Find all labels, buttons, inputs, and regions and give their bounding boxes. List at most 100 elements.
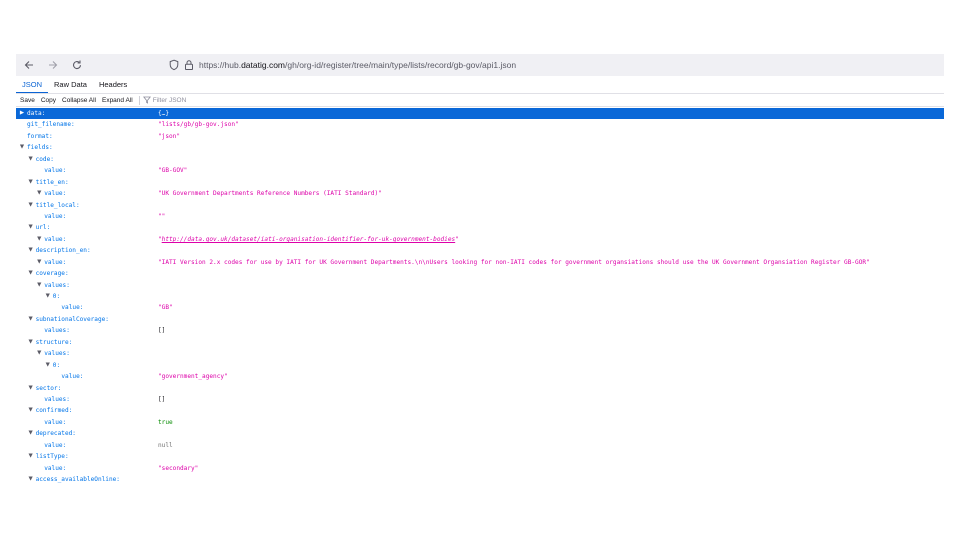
json-key: deprecated:	[35, 430, 76, 438]
json-row[interactable]: ▼ listType:	[16, 451, 944, 462]
chevron-down-icon[interactable]: ▼	[18, 142, 26, 153]
json-row[interactable]: value: null	[16, 440, 944, 451]
json-row[interactable]: ▼ value: "http://data.gov.uk/dataset/iati-…	[16, 234, 944, 245]
json-key: title_local:	[35, 201, 80, 209]
json-value[interactable]: "http://data.gov.uk/dataset/iati-organis…	[158, 234, 459, 245]
json-key: url:	[35, 224, 51, 232]
chevron-down-icon[interactable]: ▼	[35, 280, 43, 291]
json-row[interactable]: values: []	[16, 325, 944, 336]
chevron-down-icon[interactable]: ▼	[44, 291, 52, 302]
browser-toolbar: https://hub.datatig.com/gh/org-id/regist…	[16, 54, 944, 76]
chevron-down-icon[interactable]: ▼	[35, 348, 43, 359]
json-row[interactable]: values: []	[16, 394, 944, 405]
chevron-down-icon[interactable]: ▼	[35, 234, 43, 245]
json-row[interactable]: value: ""	[16, 211, 944, 222]
json-row[interactable]: value: "secondary"	[16, 463, 944, 474]
tab-headers[interactable]: Headers	[93, 78, 133, 92]
json-row[interactable]: git_filename: "lists/gb/gb-gov.json"	[16, 119, 944, 130]
json-value: {…}	[158, 110, 170, 117]
json-row[interactable]: ▼ confirmed:	[16, 405, 944, 416]
json-row[interactable]: ▼ values:	[16, 280, 944, 291]
chevron-down-icon[interactable]: ▼	[27, 383, 35, 394]
json-value: "secondary"	[158, 464, 199, 472]
chevron-down-icon[interactable]: ▼	[27, 177, 35, 188]
json-row[interactable]: ▼ description_en:	[16, 245, 944, 256]
url-bar[interactable]: https://hub.datatig.com/gh/org-id/regist…	[164, 54, 944, 76]
json-key: value:	[61, 304, 84, 312]
chevron-right-icon[interactable]: ▶	[18, 108, 26, 119]
chevron-down-icon[interactable]: ▼	[27, 200, 35, 211]
json-row[interactable]: ▼ deprecated:	[16, 428, 944, 439]
json-row[interactable]: ▼ values:	[16, 348, 944, 359]
chevron-down-icon[interactable]: ▼	[27, 405, 35, 416]
chevron-down-icon[interactable]: ▼	[35, 257, 43, 268]
json-row[interactable]: ▼ structure:	[16, 337, 944, 348]
chevron-down-icon[interactable]: ▼	[35, 188, 43, 199]
json-value: "UK Government Departments Reference Num…	[158, 190, 382, 198]
toolbar-divider	[16, 106, 944, 107]
json-row[interactable]: ▼ 0:	[16, 291, 944, 302]
json-row[interactable]: value: "government_agency"	[16, 371, 944, 382]
json-key: title_en:	[35, 178, 69, 186]
chevron-down-icon[interactable]: ▼	[27, 451, 35, 462]
json-row[interactable]: ▼ 0:	[16, 360, 944, 371]
json-value: []	[158, 327, 166, 335]
tab-raw-data[interactable]: Raw Data	[48, 78, 93, 92]
json-row[interactable]: value: true	[16, 417, 944, 428]
json-link[interactable]: http://data.gov.uk/dataset/iati-organisa…	[162, 236, 456, 243]
json-toolbar: Save Copy Collapse All Expand All Filter…	[16, 94, 944, 106]
chevron-down-icon[interactable]: ▼	[27, 428, 35, 439]
json-row[interactable]: value: "GB"	[16, 302, 944, 313]
json-key: confirmed:	[35, 407, 73, 415]
collapse-all-button[interactable]: Collapse All	[59, 97, 99, 104]
forward-button[interactable]	[42, 54, 64, 76]
json-row[interactable]: ▼ coverage:	[16, 268, 944, 279]
chevron-down-icon[interactable]: ▼	[27, 154, 35, 165]
json-row[interactable]: ▼ access_availableOnline:	[16, 474, 944, 485]
json-row[interactable]: ▼ code:	[16, 154, 944, 165]
chevron-down-icon[interactable]: ▼	[27, 222, 35, 233]
json-key: git_filename:	[27, 121, 75, 129]
json-value: "json"	[158, 132, 181, 140]
json-value: "IATI Version 2.x codes for use by IATI …	[158, 258, 870, 266]
json-row[interactable]: ▼ fields:	[16, 142, 944, 153]
json-key: value:	[44, 167, 67, 175]
filter-json-input[interactable]: Filter JSON	[142, 96, 186, 104]
chevron-down-icon[interactable]: ▼	[44, 360, 52, 371]
json-row[interactable]: ▼ value: "UK Government Departments Refere…	[16, 188, 944, 199]
arrow-right-icon	[49, 61, 58, 69]
json-value: ""	[158, 212, 166, 220]
json-row[interactable]: ▼ title_local:	[16, 200, 944, 211]
reload-button[interactable]	[66, 54, 88, 76]
chevron-down-icon[interactable]: ▼	[27, 245, 35, 256]
json-tree: ▶ data: {…} git_filename: "lists/gb/gb-gov.j…	[16, 108, 944, 485]
json-row[interactable]: format: "json"	[16, 131, 944, 142]
json-key: sector:	[35, 384, 62, 392]
chevron-down-icon[interactable]: ▼	[27, 337, 35, 348]
json-value: null	[158, 441, 173, 449]
copy-button[interactable]: Copy	[38, 97, 59, 104]
json-row[interactable]: ▶ data: {…}	[16, 108, 944, 120]
json-row[interactable]: ▼ subnationalCoverage:	[16, 314, 944, 325]
expand-all-button[interactable]: Expand All	[99, 97, 136, 104]
json-row[interactable]: value: "GB-GOV"	[16, 165, 944, 176]
viewer-tabs: JSON Raw Data Headers	[16, 78, 133, 94]
json-row[interactable]: ▼ url:	[16, 222, 944, 233]
tab-json[interactable]: JSON	[16, 78, 49, 94]
json-key: description_en:	[35, 247, 91, 255]
chevron-down-icon[interactable]: ▼	[27, 268, 35, 279]
chevron-down-icon[interactable]: ▼	[27, 314, 35, 325]
json-key: subnationalCoverage:	[35, 315, 109, 323]
back-button[interactable]	[18, 54, 40, 76]
json-row[interactable]: ▼ sector:	[16, 383, 944, 394]
chevron-down-icon[interactable]: ▼	[27, 474, 35, 485]
json-value: "lists/gb/gb-gov.json"	[158, 121, 239, 129]
json-row[interactable]: ▼ value: "IATI Version 2.x codes for use b…	[16, 257, 944, 268]
json-key: code:	[35, 155, 54, 163]
save-button[interactable]: Save	[16, 97, 38, 104]
json-key: values:	[44, 350, 70, 358]
json-value: "government_agency"	[158, 373, 228, 381]
json-key: access_availableOnline:	[35, 476, 120, 483]
json-row[interactable]: ▼ title_en:	[16, 177, 944, 188]
filter-icon	[142, 96, 151, 104]
